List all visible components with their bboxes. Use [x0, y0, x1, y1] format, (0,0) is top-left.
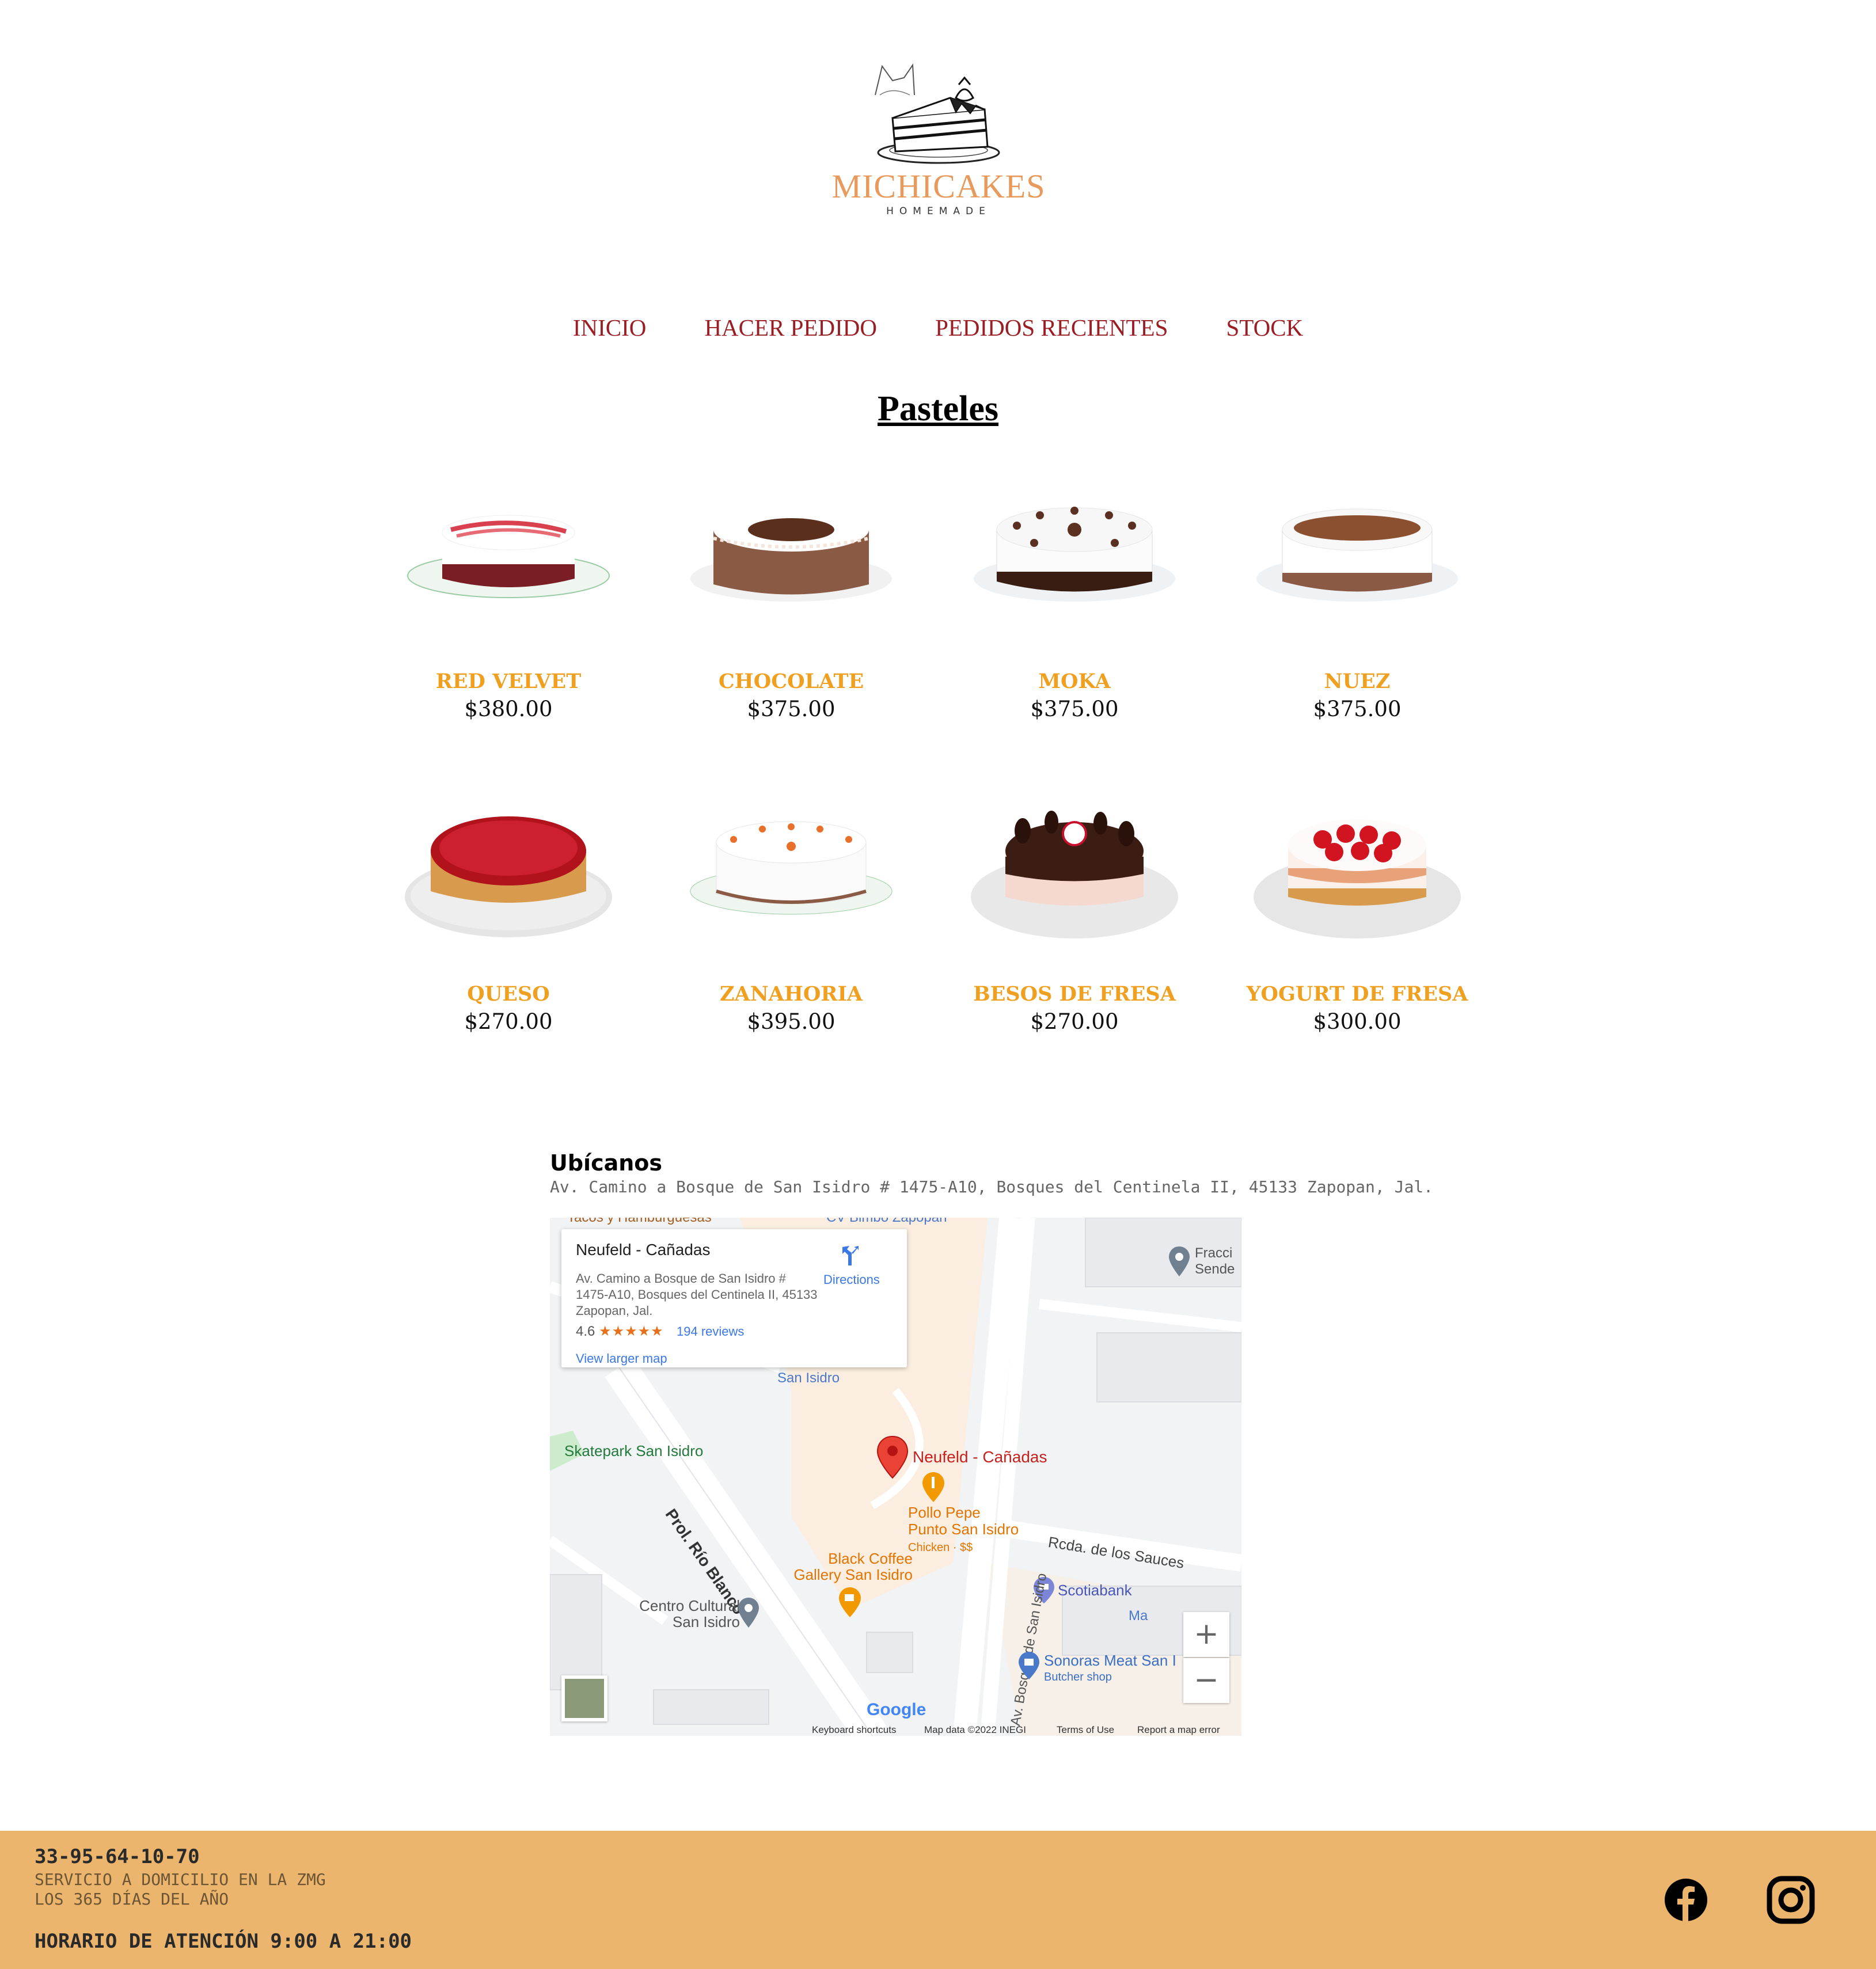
directions-icon[interactable] [838, 1244, 861, 1267]
google-logo: Google [867, 1700, 926, 1719]
map-card-address: Av. Camino a Bosque de San Isidro # 1475… [576, 1271, 818, 1318]
map-label-pollo-2: Punto San Isidro [908, 1521, 1019, 1538]
embedded-map[interactable]: Tacos y Hamburguesas CV Bimbo Zapopan Fr… [550, 1218, 1241, 1736]
product-image[interactable] [1254, 498, 1461, 630]
map-label-bimbo: CV Bimbo Zapopan [826, 1218, 947, 1226]
zoom-out-button[interactable]: − [1183, 1658, 1229, 1703]
map-label-fracc-1: Fracci [1195, 1245, 1233, 1261]
zoom-in-button[interactable]: + [1183, 1612, 1229, 1657]
map-data-attribution: Map data ©2022 INEGI [924, 1724, 1026, 1735]
shop-pin-icon [1019, 1652, 1039, 1679]
product-name: NUEZ [1324, 670, 1391, 693]
map-label-sanisidro: San Isidro [777, 1370, 840, 1386]
map-label-tacos: Tacos y Hamburguesas [567, 1218, 712, 1226]
map-label-fracc: Fracci Sende [1195, 1245, 1235, 1278]
product-price: $270.00 [1030, 1009, 1119, 1034]
cake-slice-logo-icon [875, 63, 1000, 164]
product-price: $375.00 [1030, 697, 1119, 721]
product-image[interactable] [405, 498, 612, 630]
footer-phone: 33-95-64-10-70 [35, 1845, 200, 1868]
brand-logo[interactable]: MICHICAKES HOMEMADE [829, 55, 1048, 227]
map-label-pollo-1: Pollo Pepe [908, 1504, 981, 1521]
map-label-fracc-2: Sende [1195, 1261, 1235, 1277]
map-rating-value: 4.6 [576, 1324, 595, 1339]
product-price: $270.00 [464, 1009, 553, 1034]
directions-link[interactable]: Directions [823, 1272, 880, 1287]
map-label-scotia: Scotiabank [1058, 1582, 1132, 1599]
product-price: $395.00 [747, 1009, 836, 1034]
footer-service-line-1: SERVICIO A DOMICILIO EN LA ZMG [35, 1870, 326, 1889]
map-label-coffee-2: Gallery San Isidro [793, 1566, 913, 1583]
product-image[interactable] [971, 811, 1178, 943]
rating-stars-icon: ★★★★★ [599, 1324, 664, 1339]
location-address: Av. Camino a Bosque de San Isidro # 1475… [550, 1177, 1434, 1196]
product-image[interactable] [1254, 811, 1461, 943]
map-info-card: Neufeld - Cañadas Av. Camino a Bosque de… [561, 1229, 907, 1367]
brand-tagline: HOMEMADE [886, 206, 991, 217]
map-label-coffee: Black Coffee Gallery San Isidro [774, 1550, 913, 1583]
nav-pedidos-recientes[interactable]: PEDIDOS RECIENTES [935, 314, 1168, 341]
map-report-error[interactable]: Report a map error [1137, 1724, 1220, 1736]
cafe-pin-icon [839, 1587, 861, 1617]
map-label-centro-1: Centro Cultural [639, 1597, 740, 1614]
map-label-sonoras-2: Butcher shop [1044, 1671, 1112, 1683]
product-price: $380.00 [464, 697, 553, 721]
map-label-pollo-3: Chicken · $$ [908, 1541, 973, 1554]
map-terms[interactable]: Terms of Use [1057, 1724, 1114, 1736]
map-label-coffee-1: Black Coffee [828, 1550, 913, 1567]
location-title: Ubícanos [550, 1150, 663, 1176]
footer-service-line-2: LOS 365 DÍAS DEL AÑO [35, 1890, 229, 1909]
product-name: BESOS DE FRESA [973, 982, 1176, 1006]
map-label-centro-2: San Isidro [672, 1613, 740, 1630]
product-price: $300.00 [1313, 1009, 1402, 1034]
streetview-icon [565, 1679, 604, 1718]
product-image[interactable] [405, 811, 612, 943]
pegman-thumbnail[interactable] [561, 1675, 607, 1721]
map-label-sonoras-1: Sonoras Meat San I [1044, 1652, 1176, 1669]
map-label-sonoras: Sonoras Meat San I Butcher shop [1044, 1653, 1176, 1685]
product-image[interactable] [688, 498, 895, 630]
restaurant-pin-icon [922, 1472, 944, 1502]
facebook-icon[interactable] [1664, 1878, 1708, 1922]
product-name: QUESO [467, 982, 550, 1006]
map-keyboard-shortcuts[interactable]: Keyboard shortcuts [812, 1724, 896, 1736]
map-label-pin: Neufeld - Cañadas [913, 1448, 1047, 1466]
map-label-centro: Centro Cultural San Isidro [613, 1598, 740, 1630]
map-label-pollo: Pollo Pepe Punto San Isidro Chicken · $$ [908, 1504, 1019, 1556]
product-image[interactable] [688, 811, 895, 943]
centro-pin-icon [738, 1598, 759, 1628]
instagram-icon[interactable] [1767, 1876, 1815, 1924]
product-name: CHOCOLATE [718, 670, 864, 693]
product-image[interactable] [971, 498, 1178, 630]
product-name: ZANAHORIA [719, 982, 863, 1006]
nav-stock[interactable]: STOCK [1226, 314, 1304, 341]
product-price: $375.00 [1313, 697, 1402, 721]
page-title: Pasteles [877, 389, 999, 428]
fracc-pin-icon [1169, 1246, 1190, 1276]
main-nav: INICIO HACER PEDIDO PEDIDOS RECIENTES ST… [0, 314, 1876, 341]
nav-hacer-pedido[interactable]: HACER PEDIDO [704, 314, 877, 341]
product-name: MOKA [1038, 670, 1111, 693]
map-label-ma: Ma [1129, 1608, 1148, 1624]
map-card-name: Neufeld - Cañadas [576, 1241, 711, 1259]
product-price: $375.00 [747, 697, 836, 721]
location-pin-icon[interactable] [876, 1435, 909, 1479]
map-label-skatepark: Skatepark San Isidro [564, 1442, 704, 1459]
brand-name: MICHICAKES [831, 168, 1046, 205]
product-name: YOGURT DE FRESA [1246, 982, 1468, 1006]
map-reviews-link[interactable]: 194 reviews [677, 1324, 744, 1339]
footer-hours: HORARIO DE ATENCIÓN 9:00 A 21:00 [35, 1930, 412, 1953]
nav-inicio[interactable]: INICIO [573, 314, 647, 341]
view-larger-map-link[interactable]: View larger map [576, 1351, 667, 1366]
product-name: RED VELVET [435, 670, 582, 693]
map-card-rating: 4.6 ★★★★★ [576, 1323, 664, 1340]
